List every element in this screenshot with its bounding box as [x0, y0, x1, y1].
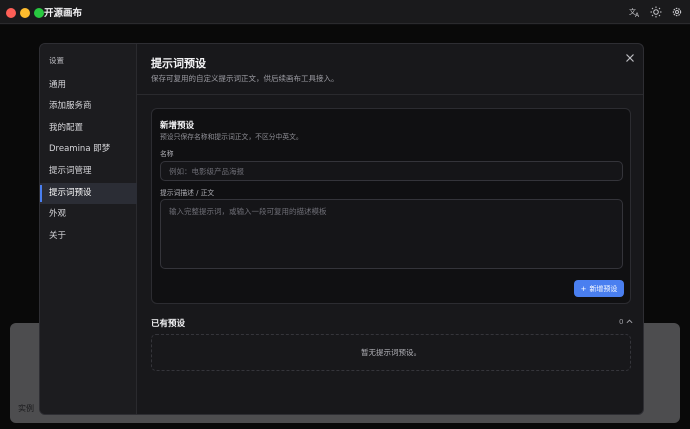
- empty-presets-text: 暂无提示词预设。: [361, 348, 421, 357]
- empty-presets-state: 暂无提示词预设。: [151, 334, 631, 371]
- app-title: 开源画布: [44, 8, 83, 19]
- maximize-window-button[interactable]: [34, 8, 44, 18]
- chevron-up-icon: [626, 318, 633, 326]
- settings-content: 提示词预设 保存可复用的自定义提示词正文，供后续画布工具接入。 新增预设 预设只…: [137, 44, 643, 414]
- sidebar-item-general[interactable]: 通用: [40, 75, 137, 96]
- plus-icon: +: [580, 284, 587, 293]
- svg-text:A: A: [635, 12, 640, 18]
- count-value: 0: [619, 318, 624, 326]
- settings-modal: 设置 通用 添加服务商 我的配置 Dreamina 即梦 提示词管理 提示词预设…: [39, 43, 644, 415]
- sidebar-item-add-provider[interactable]: 添加服务商: [40, 96, 137, 117]
- theme-sun-icon[interactable]: [650, 6, 662, 18]
- new-preset-title: 新增预设: [160, 121, 195, 131]
- preset-name-input[interactable]: [160, 161, 623, 181]
- add-preset-button[interactable]: + 新增预设: [574, 280, 624, 297]
- sidebar-item-dreamina[interactable]: Dreamina 即梦: [40, 139, 137, 160]
- settings-heading: 设置: [49, 56, 64, 65]
- add-preset-button-label: 新增预设: [589, 284, 618, 293]
- page-title: 提示词预设: [151, 57, 206, 70]
- preset-prompt-textarea[interactable]: [160, 199, 623, 269]
- page-subtitle: 保存可复用的自定义提示词正文，供后续画布工具接入。: [151, 74, 339, 83]
- new-preset-card: 新增预设 预设只保存名称和提示词正文，不区分中英文。 名称 提示词描述 / 正文…: [151, 108, 631, 304]
- sidebar-item-my-config[interactable]: 我的配置: [40, 118, 137, 139]
- sidebar-item-prompt-presets[interactable]: 提示词预设: [40, 183, 137, 204]
- sidebar-item-appearance[interactable]: 外观: [40, 204, 137, 225]
- sidebar-item-prompt-management[interactable]: 提示词管理: [40, 161, 137, 182]
- close-icon: [626, 54, 634, 62]
- name-label: 名称: [160, 150, 174, 158]
- title-bar: 开源画布 文A: [0, 0, 690, 24]
- settings-sidebar: 设置 通用 添加服务商 我的配置 Dreamina 即梦 提示词管理 提示词预设…: [40, 44, 137, 414]
- sidebar-item-about[interactable]: 关于: [40, 226, 137, 247]
- settings-gear-icon[interactable]: [671, 6, 683, 18]
- existing-presets-title: 已有预设: [151, 319, 186, 329]
- close-modal-button[interactable]: [623, 52, 637, 66]
- minimize-window-button[interactable]: [20, 8, 30, 18]
- new-preset-subtitle: 预设只保存名称和提示词正文，不区分中英文。: [160, 133, 303, 141]
- translate-icon[interactable]: 文A: [629, 6, 641, 19]
- close-window-button[interactable]: [6, 8, 16, 18]
- header-divider: [137, 94, 643, 95]
- prompt-label: 提示词描述 / 正文: [160, 189, 215, 197]
- existing-presets-count: 0: [619, 318, 633, 326]
